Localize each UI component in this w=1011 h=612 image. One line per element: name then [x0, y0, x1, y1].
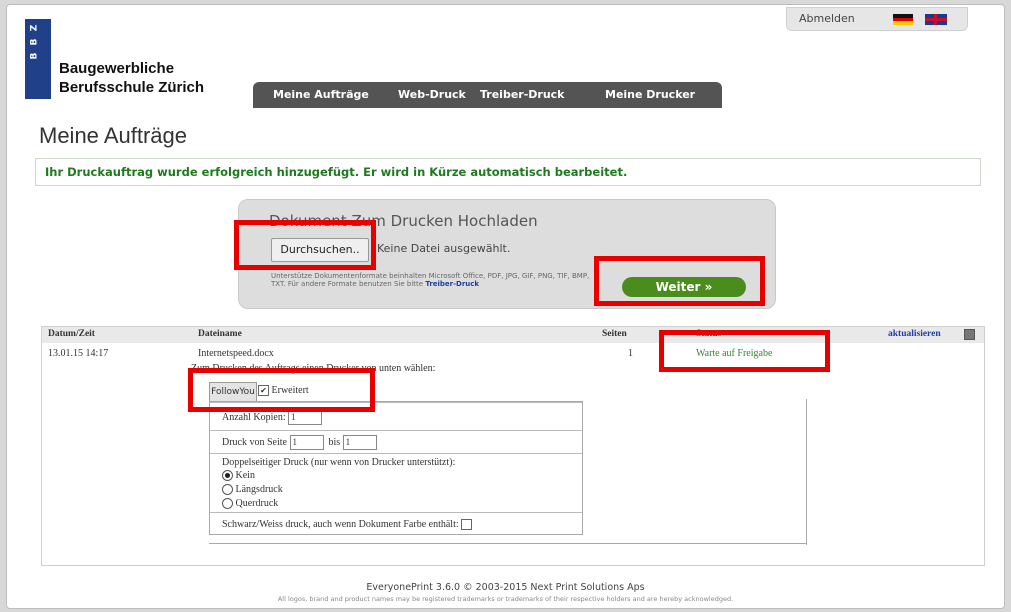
school-name-line1: Baugewerbliche — [59, 60, 175, 77]
col-date: Datum/Zeit — [48, 329, 95, 339]
duplex-option-label: Kein — [235, 470, 255, 481]
footer-legal: All logos, brand and product names may b… — [277, 595, 734, 603]
school-name-line2: Berufsschule Zürich — [59, 79, 205, 96]
logo-letter: B — [29, 38, 40, 46]
refresh-link[interactable]: aktualisieren — [888, 329, 941, 339]
from-label: Druck von Seite — [222, 436, 287, 448]
logo-triangle — [25, 81, 51, 99]
logo-letter: Z — [29, 24, 40, 32]
highlight-box — [594, 256, 765, 306]
copies-input[interactable]: 1 — [288, 410, 323, 425]
tab-meine-auftraege[interactable]: Meine Aufträge — [273, 88, 369, 101]
bw-label: Schwarz/Weiss druck, auch wenn Dokument … — [222, 519, 459, 530]
divider — [210, 453, 582, 454]
highlight-box — [234, 220, 376, 270]
copies-label: Anzahl Kopien: — [222, 411, 286, 423]
page-title: Meine Aufträge — [39, 123, 187, 148]
duplex-option-label: Querdruck — [235, 498, 279, 509]
highlight-box — [188, 368, 375, 412]
row-pages: 1 — [628, 348, 633, 359]
treiber-druck-link[interactable]: Treiber-Druck — [425, 280, 479, 288]
main-nav: Meine Aufträge Web-Druck Treiber-Druck M… — [253, 82, 722, 108]
table-header: Datum/Zeit Dateiname Seiten Status aktua… — [42, 327, 984, 343]
footer: EveryonePrint 3.6.0 © 2003-2015 Next Pri… — [7, 582, 1004, 603]
options-bottom-line — [209, 543, 806, 544]
duplex-option-laengs[interactable]: Längsdruck — [222, 484, 283, 496]
to-page-input[interactable]: 1 — [342, 435, 377, 450]
duplex-option-kein[interactable]: Kein — [222, 470, 255, 482]
highlight-box — [659, 330, 830, 372]
refresh-icon[interactable] — [964, 329, 975, 340]
print-options: Anzahl Kopien: 1 Druck von Seite 1 bis 1… — [209, 401, 583, 535]
radio-icon[interactable] — [222, 484, 233, 496]
success-notice: Ihr Druckauftrag wurde erfolgreich hinzu… — [35, 158, 981, 186]
browser-page: Z B B Baugewerbliche Berufsschule Zürich… — [6, 4, 1005, 609]
top-right-bar: Abmelden — [786, 7, 968, 31]
page-range-row: Druck von Seite 1 bis 1 — [222, 435, 377, 450]
radio-icon[interactable] — [222, 498, 233, 510]
notice-text: Ihr Druckauftrag wurde erfolgreich hinzu… — [45, 165, 628, 179]
duplex-option-label: Längsdruck — [235, 484, 283, 495]
footer-version: EveryonePrint 3.6.0 © 2003-2015 Next Pri… — [366, 582, 645, 593]
divider — [210, 430, 582, 431]
uk-flag-icon[interactable] — [925, 14, 947, 25]
bw-checkbox[interactable] — [461, 519, 473, 531]
school-name: Baugewerbliche Berufsschule Zürich — [59, 59, 204, 97]
de-flag-icon[interactable] — [893, 14, 913, 25]
logout-link[interactable]: Abmelden — [799, 12, 855, 25]
row-file: Internetspeed.docx — [198, 348, 274, 359]
from-page-input[interactable]: 1 — [289, 435, 324, 450]
logo-letter: B — [29, 52, 40, 60]
no-file-text: Keine Datei ausgewählt. — [377, 242, 511, 255]
col-pages: Seiten — [602, 329, 627, 339]
to-label: bis — [328, 436, 341, 448]
divider — [210, 512, 582, 513]
bw-row: Schwarz/Weiss druck, auch wenn Dokument … — [222, 519, 473, 531]
formats-info: Unterstütze Dokumentenformate beinhalten… — [271, 272, 603, 288]
tab-meine-drucker[interactable]: Meine Drucker — [605, 88, 695, 101]
col-file: Dateiname — [198, 329, 242, 339]
radio-selected-icon[interactable] — [222, 470, 233, 482]
options-rail — [806, 399, 807, 545]
tab-web-druck[interactable]: Web-Druck — [398, 88, 466, 101]
row-date: 13.01.15 14:17 — [48, 348, 109, 359]
duplex-label: Doppelseitiger Druck (nur wenn von Druck… — [222, 457, 456, 468]
duplex-option-quer[interactable]: Querdruck — [222, 498, 279, 510]
tab-treiber-druck[interactable]: Treiber-Druck — [480, 88, 565, 101]
copies-row: Anzahl Kopien: 1 — [222, 410, 323, 425]
